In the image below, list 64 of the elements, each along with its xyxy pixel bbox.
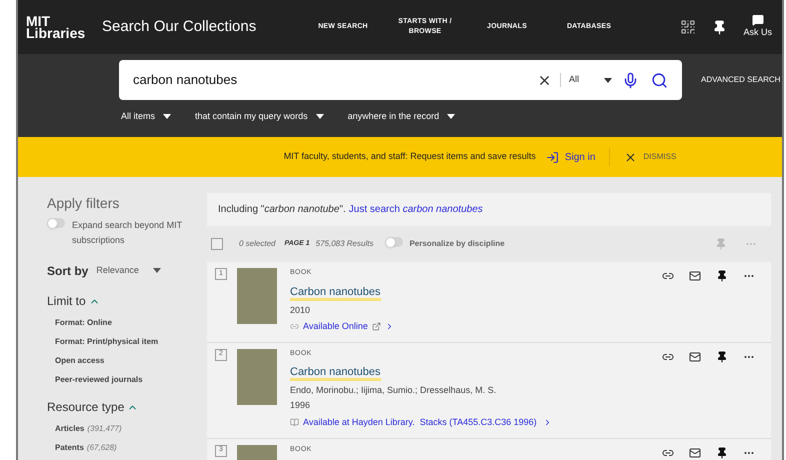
sign-in-link[interactable]: Sign in bbox=[564, 150, 596, 164]
advanced-search-link[interactable]: ADVANCED SEARCH bbox=[701, 74, 780, 86]
caret-icon bbox=[316, 114, 324, 120]
filter-option[interactable]: Patents (67,628) bbox=[55, 442, 207, 454]
filter-dropdown[interactable]: that contain my query words bbox=[195, 110, 324, 124]
caret-icon bbox=[163, 114, 172, 120]
section-heading[interactable]: Resource type bbox=[47, 398, 124, 416]
personalize-toggle[interactable] bbox=[385, 237, 404, 248]
toggle-label: Expand search beyond MIT subscriptions bbox=[72, 219, 183, 247]
author-text: Endo, Morinobu.; Iijima, Sumio.; Dresselhaus, M. S. bbox=[290, 384, 498, 397]
year-text: 1996 bbox=[290, 398, 312, 412]
toggle-label: Personalize by discipline bbox=[409, 238, 505, 250]
book-cover-placeholder bbox=[237, 268, 277, 324]
filter-dropdown[interactable]: All items bbox=[121, 110, 172, 124]
availability-link[interactable]: Available at Hayden Library. Stacks (TA455.C3.C36 1996) bbox=[303, 416, 537, 430]
results-count: 575,083 Results bbox=[316, 238, 374, 250]
banner-message: MIT faculty, students, and staff: Request items and save results bbox=[284, 150, 536, 164]
search-field[interactable]: carbon nanotubes All bbox=[119, 60, 682, 100]
result-title-link[interactable]: Carbon nanotubes bbox=[290, 286, 381, 300]
filter-option[interactable]: Open access bbox=[55, 355, 207, 367]
close-icon bbox=[624, 150, 638, 164]
pin-icon[interactable] bbox=[712, 20, 728, 34]
year-text: 2010 bbox=[290, 304, 312, 316]
book-icon bbox=[290, 418, 299, 428]
qr-code-icon[interactable] bbox=[680, 19, 696, 35]
sign-in-icon bbox=[546, 150, 559, 164]
sort-label: Sort by bbox=[47, 263, 88, 280]
result-title-link[interactable]: Carbon nanotubes bbox=[290, 366, 381, 381]
book-cover-placeholder bbox=[237, 348, 277, 404]
external-link-icon bbox=[372, 322, 381, 332]
microphone-icon[interactable] bbox=[622, 72, 639, 88]
email-icon[interactable] bbox=[689, 446, 701, 458]
just-search-link[interactable]: Just search carbon nanotubes bbox=[348, 202, 483, 217]
caret-icon bbox=[604, 78, 612, 82]
notice-text: Including "carbon nanotube". bbox=[218, 203, 346, 217]
link-icon[interactable] bbox=[662, 270, 674, 282]
filter-option[interactable]: Articles (391,477) bbox=[55, 423, 207, 435]
pin-icon[interactable] bbox=[716, 446, 728, 458]
link-icon bbox=[290, 322, 299, 332]
email-icon[interactable] bbox=[689, 270, 701, 282]
scope-dropdown[interactable]: All bbox=[560, 73, 612, 87]
pin-icon[interactable] bbox=[716, 270, 728, 282]
filter-option[interactable]: Peer-reviewed journals bbox=[55, 374, 207, 386]
logo-text[interactable]: Libraries bbox=[26, 27, 102, 39]
select-all-checkbox[interactable] bbox=[211, 238, 223, 250]
filter-dropdown[interactable]: anywhere in the record bbox=[348, 110, 456, 124]
filter-option[interactable]: Format: Print/physical item bbox=[55, 336, 207, 348]
section-heading[interactable]: Limit to bbox=[47, 292, 86, 310]
caret-icon bbox=[447, 114, 456, 120]
filter-option[interactable]: Format: Online bbox=[55, 317, 207, 329]
logo-text[interactable]: MIT bbox=[26, 15, 102, 27]
selected-count: 0 selected bbox=[239, 238, 276, 250]
search-icon[interactable] bbox=[651, 72, 668, 88]
pin-icon[interactable] bbox=[716, 350, 728, 362]
filters-heading: Apply filters bbox=[47, 194, 120, 213]
chat-icon[interactable] bbox=[752, 14, 764, 26]
expand-toggle[interactable] bbox=[47, 218, 65, 228]
page-title: Search Our Collections bbox=[102, 16, 258, 37]
sort-dropdown[interactable]: Relevance bbox=[96, 264, 161, 278]
ask-us-link[interactable]: Ask Us bbox=[743, 26, 772, 40]
dismiss-button[interactable]: DISMISS bbox=[624, 150, 676, 164]
availability-link[interactable]: Available Online bbox=[303, 320, 368, 334]
email-icon[interactable] bbox=[689, 350, 701, 362]
caret-icon bbox=[152, 268, 161, 274]
